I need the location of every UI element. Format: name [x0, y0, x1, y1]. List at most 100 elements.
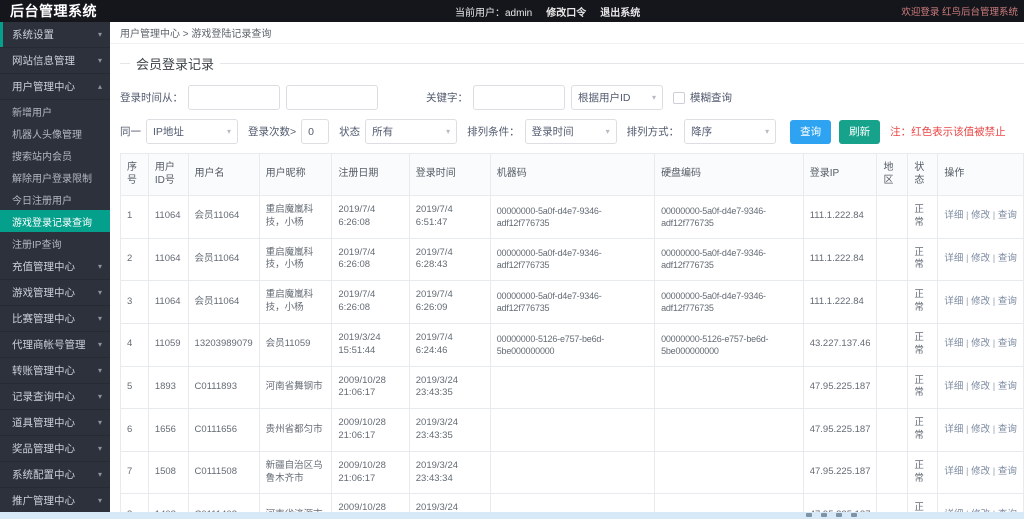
column-header-nickname: 用户昵称	[259, 154, 332, 196]
keyword-input[interactable]	[473, 85, 565, 110]
chevron-down-icon: ▾	[98, 418, 102, 427]
action-modify-link[interactable]: 修改	[971, 466, 990, 477]
welcome-text: 欢迎登录 红鸟后台管理系统	[901, 0, 1018, 22]
cell-actions: 详细 | 修改 | 查询	[938, 323, 1024, 366]
sidebar-item-robot-avatar[interactable]: 机器人头像管理	[0, 122, 110, 144]
action-query-link[interactable]: 查询	[998, 466, 1017, 477]
refresh-button[interactable]: 刷新	[839, 120, 880, 144]
fuzzy-search-checkbox[interactable]	[673, 92, 685, 104]
action-modify-link[interactable]: 修改	[971, 253, 990, 264]
keyword-label: 关键字：	[426, 90, 468, 105]
status-value: 所有	[372, 124, 393, 139]
change-password-link[interactable]: 修改口令	[546, 4, 586, 19]
table-row: 71508C0111508新疆自治区乌鲁木齐市2009/10/28 21:06:…	[121, 451, 1024, 494]
same-type-select[interactable]: IP地址 ▾	[146, 119, 238, 144]
cell-actions: 详细 | 修改 | 查询	[938, 281, 1024, 324]
action-query-link[interactable]: 查询	[998, 210, 1017, 221]
records-table-wrap: 序号用户ID号用户名用户昵称注册日期登录时间机器码硬盘编码登录IP地区状态操作 …	[120, 153, 1024, 519]
sidebar-item-promotion-center[interactable]: 推广管理中心▾	[0, 488, 110, 514]
login-time-from-label: 登录时间从：	[120, 90, 183, 105]
tray-icons	[806, 513, 857, 517]
action-query-link[interactable]: 查询	[998, 381, 1017, 392]
chevron-down-icon: ▾	[606, 127, 610, 136]
cell-user_id: 1508	[148, 451, 188, 494]
cell-actions: 详细 | 修改 | 查询	[938, 451, 1024, 494]
cell-status: 正常	[908, 196, 938, 239]
action-modify-link[interactable]: 修改	[971, 210, 990, 221]
sidebar-item-transfer-center[interactable]: 转账管理中心▾	[0, 358, 110, 384]
cell-reg_date: 2019/7/4 6:26:08	[332, 238, 409, 281]
sidebar-item-record-query-center[interactable]: 记录查询中心▾	[0, 384, 110, 410]
cell-nickname: 重启魔嵐科技，小杨	[259, 196, 332, 239]
sidebar-item-agent-accounts[interactable]: 代理商帐号管理▾	[0, 332, 110, 358]
sidebar-item-system-config-center[interactable]: 系统配置中心▾	[0, 462, 110, 488]
chevron-down-icon: ▾	[765, 127, 769, 136]
sidebar-item-label: 解除用户登录限制	[12, 170, 92, 185]
login-time-from-input[interactable]	[188, 85, 280, 110]
panel-title-row: 会员登录记录	[120, 54, 1024, 73]
cell-login_time: 2019/7/4 6:28:43	[409, 238, 490, 281]
action-modify-link[interactable]: 修改	[971, 296, 990, 307]
cell-idx: 1	[121, 196, 149, 239]
taskbar-strip	[0, 512, 1024, 519]
cell-reg_date: 2009/10/28 21:06:17	[332, 409, 409, 452]
cell-username: C0111508	[188, 451, 259, 494]
sidebar-item-site-info[interactable]: 网站信息管理▾	[0, 48, 110, 74]
records-panel: 会员登录记录 登录时间从： 关键字： 根据用户ID ▾ 模糊查询 同一	[110, 44, 1024, 519]
cell-region	[877, 238, 908, 281]
sidebar-item-label: 注册IP查询	[12, 236, 61, 251]
action-query-link[interactable]: 查询	[998, 253, 1017, 264]
action-query-link[interactable]: 查询	[998, 424, 1017, 435]
cell-nickname: 会员11059	[259, 323, 332, 366]
sidebar-item-item-center[interactable]: 道具管理中心▾	[0, 410, 110, 436]
breadcrumb: 用户管理中心 > 游戏登陆记录查询	[110, 22, 1024, 44]
sort-order-label: 排列方式：	[627, 124, 680, 139]
action-detail-link[interactable]: 详细	[944, 466, 963, 477]
cell-region	[877, 451, 908, 494]
action-detail-link[interactable]: 详细	[944, 338, 963, 349]
sidebar-item-label: 游戏登录记录查询	[12, 214, 92, 229]
cell-reg_date: 2019/7/4 6:26:08	[332, 196, 409, 239]
action-detail-link[interactable]: 详细	[944, 210, 963, 221]
sidebar-item-label: 网站信息管理	[12, 53, 75, 68]
sidebar-item-game-center[interactable]: 游戏管理中心▾	[0, 280, 110, 306]
action-query-link[interactable]: 查询	[998, 296, 1017, 307]
login-time-to-input[interactable]	[286, 85, 378, 110]
action-modify-link[interactable]: 修改	[971, 424, 990, 435]
logout-link[interactable]: 退出系统	[600, 4, 640, 19]
keyword-type-select[interactable]: 根据用户ID ▾	[571, 85, 663, 110]
query-button[interactable]: 查询	[790, 120, 831, 144]
action-modify-link[interactable]: 修改	[971, 338, 990, 349]
sidebar-item-recharge-center[interactable]: 充值管理中心▾	[0, 254, 110, 280]
action-detail-link[interactable]: 详细	[944, 253, 963, 264]
sidebar-item-register-ip[interactable]: 注册IP查询	[0, 232, 110, 254]
column-header-idx: 序号	[121, 154, 149, 196]
sidebar-item-match-center[interactable]: 比赛管理中心▾	[0, 306, 110, 332]
cell-disk_code	[655, 409, 804, 452]
cell-status: 正常	[908, 281, 938, 324]
sidebar-item-today-registered[interactable]: 今日注册用户	[0, 188, 110, 210]
sidebar-item-add-user[interactable]: 新增用户	[0, 100, 110, 122]
cell-user_id: 1893	[148, 366, 188, 409]
action-query-link[interactable]: 查询	[998, 338, 1017, 349]
sort-order-select[interactable]: 降序 ▾	[684, 119, 776, 144]
action-modify-link[interactable]: 修改	[971, 381, 990, 392]
sidebar-item-search-members[interactable]: 搜索站内会员	[0, 144, 110, 166]
sidebar-item-label: 推广管理中心	[12, 493, 75, 508]
sidebar-item-user-center[interactable]: 用户管理中心▴	[0, 74, 110, 100]
login-count-input[interactable]	[301, 119, 329, 144]
sidebar-item-unlock-login[interactable]: 解除用户登录限制	[0, 166, 110, 188]
cell-login_ip: 47.95.225.187	[803, 409, 877, 452]
status-select[interactable]: 所有 ▾	[365, 119, 457, 144]
sidebar-item-prize-center[interactable]: 奖品管理中心▾	[0, 436, 110, 462]
cell-reg_date: 2009/10/28 21:06:17	[332, 366, 409, 409]
sidebar-item-system-settings[interactable]: 系统设置▾	[0, 22, 110, 48]
action-detail-link[interactable]: 详细	[944, 296, 963, 307]
action-detail-link[interactable]: 详细	[944, 424, 963, 435]
chevron-down-icon: ▾	[227, 127, 231, 136]
action-detail-link[interactable]: 详细	[944, 381, 963, 392]
table-row: 51893C0111893河南省舞钢市2009/10/28 21:06:1720…	[121, 366, 1024, 409]
column-header-login_time: 登录时间	[409, 154, 490, 196]
sidebar-item-game-login-records[interactable]: 游戏登录记录查询	[0, 210, 110, 232]
sort-field-select[interactable]: 登录时间 ▾	[525, 119, 617, 144]
